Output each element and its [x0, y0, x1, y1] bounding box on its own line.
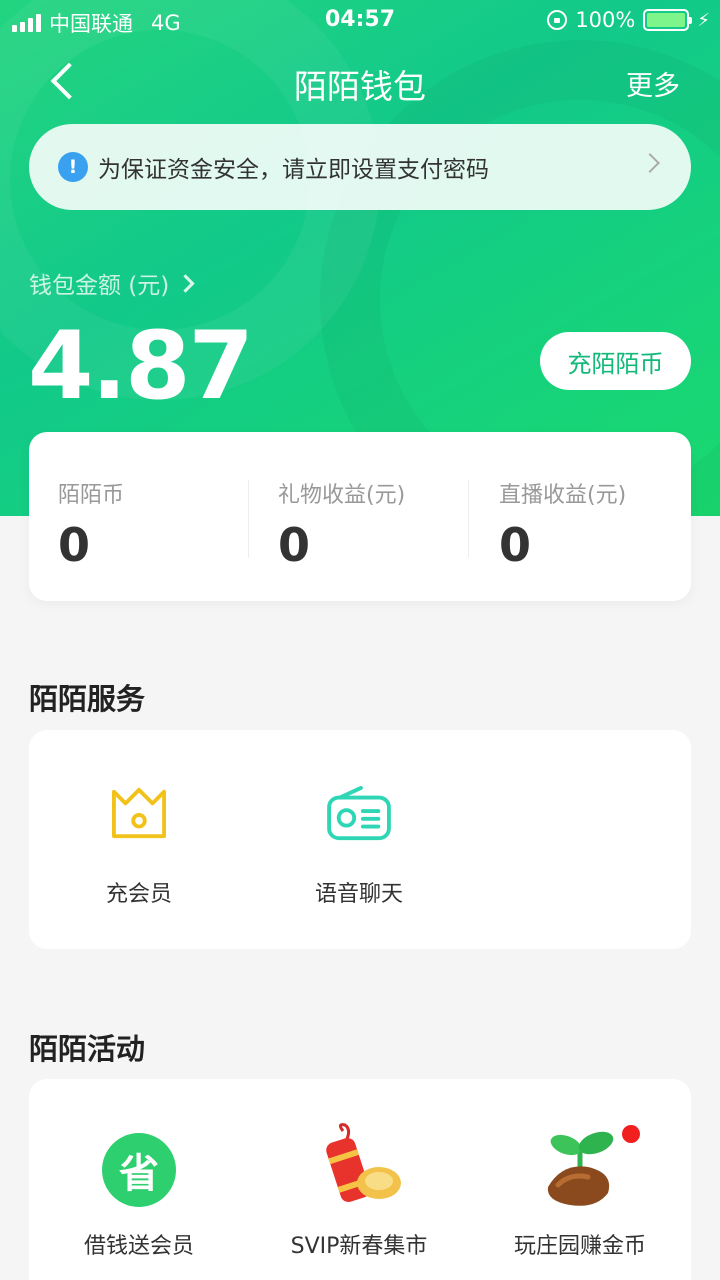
services-title: 陌陌服务 [29, 682, 146, 716]
service-membership[interactable]: 充会员 [29, 730, 249, 949]
sprout-icon [547, 1131, 614, 1206]
stat-label: 直播收益(元) [499, 483, 627, 508]
navigation-bar: 陌陌钱包 更多 [0, 52, 720, 112]
activities-title: 陌陌活动 [29, 1032, 146, 1066]
charging-icon: ⚡ [697, 9, 710, 31]
notice-text: 为保证资金安全，请立即设置支付密码 [98, 157, 489, 183]
stat-value: 0 [499, 518, 532, 572]
firecracker-icon [326, 1123, 401, 1203]
rotation-lock-icon [547, 10, 568, 30]
battery-percent: 100% [575, 8, 636, 32]
stat-label: 陌陌币 [58, 483, 125, 508]
activity-loan-membership[interactable]: 省 借钱送会员 [29, 1079, 249, 1280]
service-voice-chat[interactable]: 语音聊天 [249, 730, 469, 949]
stat-live-income[interactable]: 直播收益(元) 0 [470, 432, 690, 601]
balance-label: 钱包金额 (元) [29, 273, 170, 299]
activity-label: 玩庄园赚金币 [513, 1234, 646, 1259]
more-button[interactable]: 更多 [626, 64, 680, 103]
page-title: 陌陌钱包 [294, 67, 426, 106]
chevron-right-icon [640, 153, 660, 173]
radio-icon [327, 786, 391, 841]
activity-label: 借钱送会员 [83, 1234, 194, 1259]
chevron-right-icon [176, 273, 195, 293]
save-money-icon: 省 [102, 1133, 176, 1207]
earnings-card: 陌陌币 0 礼物收益(元) 0 直播收益(元) 0 [29, 432, 691, 601]
battery-icon [643, 9, 693, 31]
stat-value: 0 [278, 518, 311, 572]
activity-svip-spring-market[interactable]: SVIP新春集市 [249, 1079, 469, 1280]
activity-label: SVIP新春集市 [290, 1234, 428, 1259]
crown-icon [112, 787, 166, 839]
info-icon: ! [58, 152, 88, 182]
activity-farm-coins[interactable]: 玩庄园赚金币 [470, 1079, 690, 1280]
stat-momo-coins[interactable]: 陌陌币 0 [29, 432, 249, 601]
status-bar: 中国联通 4G 04:57 100% ⚡ [0, 0, 720, 40]
notification-dot [622, 1125, 640, 1143]
recharge-coins-button[interactable]: 充陌陌币 [540, 332, 691, 390]
set-password-notice[interactable]: ! 为保证资金安全，请立即设置支付密码 [29, 124, 691, 210]
stat-gift-income[interactable]: 礼物收益(元) 0 [249, 432, 469, 601]
stat-value: 0 [58, 518, 91, 572]
balance-label-link[interactable]: 钱包金额 (元) [29, 266, 195, 300]
stat-label: 礼物收益(元) [278, 483, 406, 508]
service-label: 充会员 [105, 882, 172, 907]
divider [468, 480, 469, 558]
service-label: 语音聊天 [314, 882, 403, 907]
balance-amount: 4.87 [28, 312, 254, 421]
services-card: 充会员 语音聊天 [29, 730, 691, 949]
activities-card: 省 借钱送会员 SVIP新春集市 玩庄园赚金币 [29, 1079, 691, 1280]
